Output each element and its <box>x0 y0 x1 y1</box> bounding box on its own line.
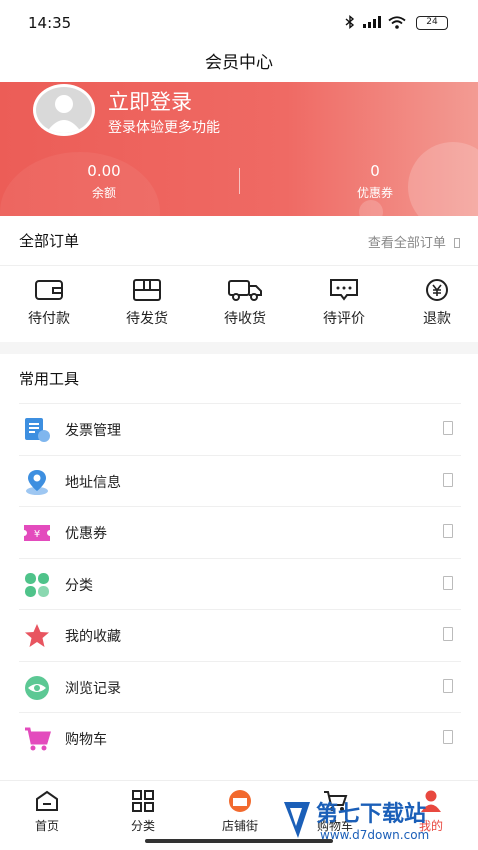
chevron-right-icon <box>443 472 453 487</box>
tool-label: 分类 <box>65 577 93 594</box>
orders-title: 全部订单 <box>19 232 80 250</box>
tool-label: 地址信息 <box>65 474 121 491</box>
tool-address[interactable]: 地址信息 <box>19 454 461 507</box>
location-icon <box>26 469 48 495</box>
balance-stat[interactable]: 0.00 余额 <box>64 162 144 201</box>
signal-icon <box>363 16 381 28</box>
view-all-orders-link[interactable]: 查看全部订单 <box>368 232 460 251</box>
tab-shop-street[interactable]: 店铺街 <box>205 789 275 834</box>
tool-favorites[interactable]: 我的收藏 <box>19 609 461 661</box>
order-refund[interactable]: 退款 <box>402 278 472 328</box>
tools-list: 发票管理 地址信息 ¥ 优惠券 分类 我的收藏 浏览记录 购物车 <box>19 403 461 764</box>
invoice-icon <box>25 418 50 442</box>
avatar[interactable] <box>33 84 95 136</box>
tab-category[interactable]: 分类 <box>108 789 178 834</box>
status-bar: 14:35 24 <box>0 0 478 44</box>
tab-home[interactable]: 首页 <box>12 789 82 834</box>
tab-label: 首页 <box>34 819 59 833</box>
coupon-stat[interactable]: 0 优惠券 <box>335 162 415 201</box>
status-time: 14:35 <box>28 14 72 32</box>
eye-icon <box>25 675 49 700</box>
page-title: 会员中心 <box>205 53 273 73</box>
order-item-label: 待发货 <box>126 311 168 327</box>
stat-divider <box>239 168 240 194</box>
view-all-orders-label: 查看全部订单 <box>367 236 446 251</box>
chevron-right-icon <box>443 421 453 435</box>
order-item-label: 退款 <box>423 311 451 327</box>
grid-icon <box>132 790 154 812</box>
tool-label: 我的收藏 <box>65 629 121 645</box>
tool-label: 发票管理 <box>65 423 121 439</box>
tools-title: 常用工具 <box>19 370 80 388</box>
order-pending-receipt[interactable]: 待收货 <box>210 278 280 328</box>
tool-invoice[interactable]: 发票管理 <box>19 403 461 455</box>
order-item-label: 待收货 <box>224 311 266 327</box>
watermark-text: 第七下载站 <box>316 802 427 827</box>
status-icons <box>344 15 406 29</box>
coupon-icon: ¥ <box>24 525 50 541</box>
comment-icon <box>330 279 358 301</box>
chevron-right-icon <box>443 730 453 744</box>
svg-text:¥: ¥ <box>34 529 40 540</box>
star-icon <box>25 624 49 647</box>
order-status-row: 待付款 待发货 待收货 待评价 退款 <box>0 268 478 344</box>
tool-label: 购物车 <box>65 732 107 748</box>
user-avatar-icon <box>36 87 92 133</box>
wifi-icon <box>388 15 406 29</box>
home-indicator[interactable] <box>145 839 333 843</box>
bluetooth-icon <box>345 15 355 29</box>
battery-level: 24 <box>426 17 438 27</box>
watermark-logo-icon <box>284 802 310 838</box>
wallet-icon <box>35 280 63 300</box>
watermark-url: www.d7down.com <box>320 828 430 842</box>
cart-icon <box>25 727 51 751</box>
truck-icon <box>228 280 262 301</box>
tool-label: 浏览记录 <box>65 680 121 697</box>
section-divider <box>0 342 478 354</box>
tool-history[interactable]: 浏览记录 <box>19 660 461 713</box>
shop-icon <box>229 790 251 812</box>
login-title[interactable]: 立即登录 <box>108 86 192 116</box>
package-icon <box>133 279 161 301</box>
chevron-right-icon <box>443 678 453 693</box>
refund-icon <box>426 279 448 301</box>
tool-label: 优惠券 <box>65 526 107 542</box>
category-icon <box>25 572 49 597</box>
tab-label: 店铺街 <box>221 819 258 833</box>
profile-header: 立即登录 登录体验更多功能 0.00 余额 0 优惠券 <box>0 82 478 216</box>
chevron-right-icon <box>443 575 453 590</box>
chevron-right-icon <box>443 524 453 538</box>
balance-label: 余额 <box>91 186 116 200</box>
home-icon <box>36 790 58 811</box>
order-pending-shipment[interactable]: 待发货 <box>112 278 182 328</box>
login-subtitle: 登录体验更多功能 <box>108 120 220 136</box>
order-item-label: 待付款 <box>28 311 70 327</box>
coupon-value: 0 <box>370 162 380 180</box>
balance-value: 0.00 <box>87 162 121 180</box>
orders-header: 全部订单 查看全部订单 <box>0 216 478 266</box>
tool-category[interactable]: 分类 <box>19 557 461 610</box>
coupon-label: 优惠券 <box>356 186 393 200</box>
tool-coupon[interactable]: ¥ 优惠券 <box>19 506 461 558</box>
order-pending-review[interactable]: 待评价 <box>309 278 379 328</box>
battery-icon: 24 <box>416 16 448 30</box>
decor-bubble <box>359 200 383 216</box>
tool-cart[interactable]: 购物车 <box>19 712 461 764</box>
decor-bubble <box>408 142 478 216</box>
tab-label: 分类 <box>130 819 155 833</box>
chevron-right-icon <box>454 238 460 248</box>
chevron-right-icon <box>443 627 453 641</box>
order-pending-payment[interactable]: 待付款 <box>14 278 84 328</box>
order-item-label: 待评价 <box>323 311 365 327</box>
